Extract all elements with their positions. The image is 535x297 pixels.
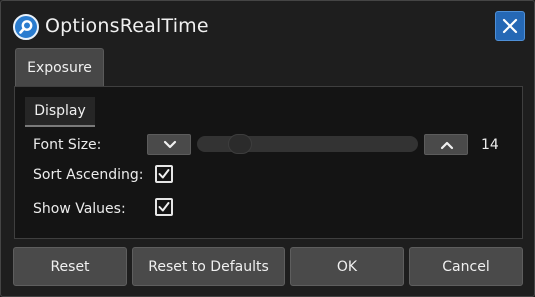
font-size-decrement-button[interactable] xyxy=(147,134,191,155)
window-title: OptionsRealTime xyxy=(45,15,209,37)
chevron-down-icon xyxy=(163,140,177,149)
section-tab-display[interactable]: Display xyxy=(25,97,95,127)
font-size-increment-button[interactable] xyxy=(424,134,468,155)
sort-ascending-label: Sort Ascending: xyxy=(33,167,144,183)
reset-to-defaults-button-label: Reset to Defaults xyxy=(148,258,269,275)
show-values-label: Show Values: xyxy=(33,201,126,217)
font-size-value: 14 xyxy=(481,137,499,153)
close-icon xyxy=(502,18,518,34)
font-size-slider-thumb[interactable] xyxy=(228,134,252,154)
reset-button-label: Reset xyxy=(50,258,90,275)
chevron-up-icon xyxy=(440,141,454,150)
font-size-label: Font Size: xyxy=(33,137,102,153)
tab-exposure-label: Exposure xyxy=(27,59,92,76)
reset-to-defaults-button[interactable]: Reset to Defaults xyxy=(132,247,285,286)
close-button[interactable] xyxy=(495,11,525,41)
checkmark-icon xyxy=(158,169,170,179)
ok-button-label: OK xyxy=(336,258,358,275)
cancel-button[interactable]: Cancel xyxy=(409,247,523,286)
reset-button[interactable]: Reset xyxy=(13,247,127,286)
sort-ascending-checkbox[interactable] xyxy=(155,165,173,183)
section-tab-display-label: Display xyxy=(34,103,86,119)
cancel-button-label: Cancel xyxy=(442,258,490,275)
tab-exposure[interactable]: Exposure xyxy=(15,48,104,86)
show-values-checkbox[interactable] xyxy=(155,198,173,216)
checkmark-icon xyxy=(158,202,170,212)
ok-button[interactable]: OK xyxy=(290,247,404,286)
search-app-icon xyxy=(13,14,39,40)
options-dialog: OptionsRealTime Exposure Display Font Si… xyxy=(0,0,535,297)
